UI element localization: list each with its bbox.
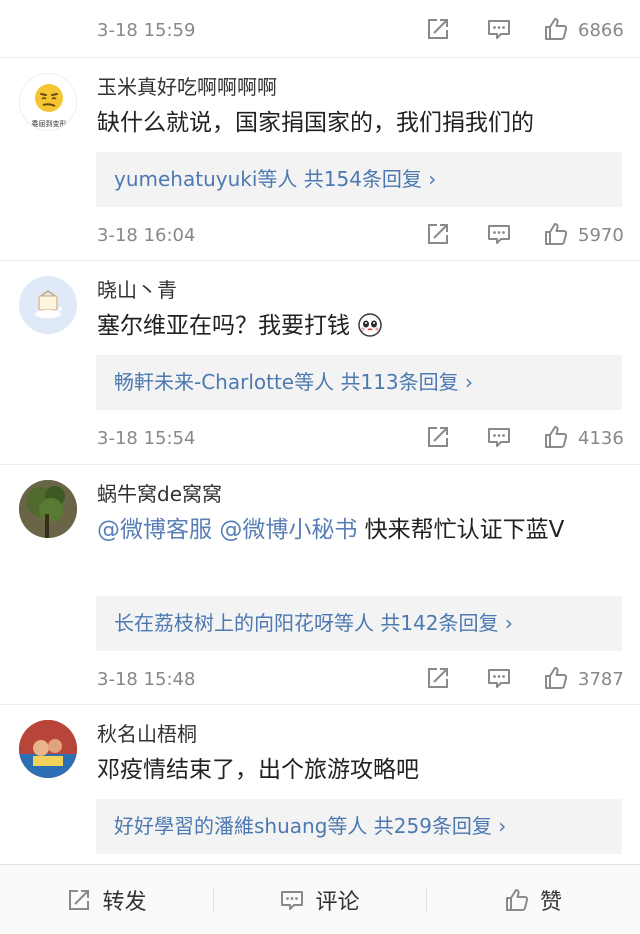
reply-summary-box[interactable]: yumehatuyuki等人 共154条回复 › [96, 152, 622, 207]
thumbs-up-icon[interactable] [543, 221, 569, 247]
avatar[interactable] [19, 720, 77, 778]
share-icon[interactable] [425, 424, 451, 450]
chevron-right-icon: › [504, 611, 513, 635]
previous-comment-meta: 3-18 15:59 6866 [0, 0, 640, 58]
thumbs-up-icon [504, 887, 530, 913]
share-icon [66, 887, 92, 913]
emoji-icon [358, 313, 383, 337]
reply-summary: 畅軒未来-Charlotte等人 共113条回复 › [114, 370, 474, 394]
repost-button[interactable]: 转发 [0, 865, 213, 934]
comment-meta-row: 3-18 15:59 6866 [0, 16, 640, 46]
reply-summary-box[interactable]: 畅軒未来-Charlotte等人 共113条回复 › [96, 355, 622, 410]
reply-summary-box[interactable]: 好好學習的潘維shuang等人 共259条回复 › [96, 799, 622, 854]
comment-time: 3-18 16:04 [97, 225, 196, 246]
comment-icon[interactable] [486, 665, 512, 691]
comment-username[interactable]: 蜗牛窝de窝窝 [97, 480, 222, 508]
thumbs-up-icon[interactable] [543, 665, 569, 691]
like-button[interactable]: 赞 [426, 865, 640, 934]
like-count: 6866 [578, 20, 624, 41]
comment-meta-row: 3-18 15:48 3787 [0, 665, 640, 695]
comment-button[interactable]: 评论 [213, 865, 426, 934]
like-label: 赞 [539, 890, 562, 915]
comment-content: 塞尔维亚在吗？我要打钱 [97, 307, 617, 345]
repost-label: 转发 [102, 890, 147, 915]
comment-username[interactable]: 晓山丶青 [97, 276, 177, 304]
comment-icon[interactable] [486, 16, 512, 42]
share-icon[interactable] [425, 665, 451, 691]
comment-icon [279, 887, 305, 913]
reply-summary-box[interactable]: 长在荔枝树上的向阳花呀等人 共142条回复 › [96, 596, 622, 651]
comment-content: 缺什么就说，国家捐国家的，我们捐我们的 [97, 110, 534, 136]
share-icon[interactable] [425, 16, 451, 42]
comment-item: 委屈到变形 玉米真好吃啊啊啊啊 缺什么就说，国家捐国家的，我们捐我们的 yume… [0, 59, 640, 261]
chevron-right-icon: › [465, 370, 474, 394]
like-count: 4136 [578, 428, 624, 449]
comment-content: @微博客服 @微博小秘书 快来帮忙认证下蓝V [97, 517, 565, 543]
comment-username[interactable]: 玉米真好吃啊啊啊啊 [97, 73, 277, 101]
avatar-caption: 委屈到变形 [32, 119, 67, 128]
comment-item: 晓山丶青 塞尔维亚在吗？我要打钱 畅軒未来-Charlotte等人 共113条回… [0, 262, 640, 465]
chevron-right-icon: › [498, 814, 507, 838]
avatar[interactable] [19, 480, 77, 538]
comment-username[interactable]: 秋名山梧桐 [97, 720, 197, 748]
thumbs-up-icon[interactable] [543, 16, 569, 42]
comment-time: 3-18 15:48 [97, 669, 196, 690]
comment-time: 3-18 15:54 [97, 428, 196, 449]
comment-label: 评论 [315, 890, 360, 915]
chevron-right-icon: › [428, 167, 437, 191]
comment-meta-row: 3-18 16:04 5970 [0, 221, 640, 251]
comment-icon[interactable] [486, 424, 512, 450]
like-count: 5970 [578, 225, 624, 246]
like-count: 3787 [578, 669, 624, 690]
share-icon[interactable] [425, 221, 451, 247]
reply-summary: 长在荔枝树上的向阳花呀等人 共142条回复 › [114, 611, 513, 635]
reply-summary: 好好學習的潘維shuang等人 共259条回复 › [114, 814, 507, 838]
reply-summary: yumehatuyuki等人 共154条回复 › [114, 167, 437, 191]
bottom-action-bar: 转发 评论 赞 [0, 864, 640, 934]
comment-content: 邓疫情结束了，出个旅游攻略吧 [97, 757, 419, 783]
comment-time: 3-18 15:59 [97, 20, 196, 41]
mention-link[interactable]: @微博客服 [97, 517, 212, 543]
comment-item: 秋名山梧桐 邓疫情结束了，出个旅游攻略吧 好好學習的潘維shuang等人 共25… [0, 706, 640, 864]
avatar[interactable]: 委屈到变形 [19, 73, 77, 131]
comment-icon[interactable] [486, 221, 512, 247]
mention-link[interactable]: @微博小秘书 [219, 517, 357, 543]
comment-item: 蜗牛窝de窝窝 @微博客服 @微博小秘书 快来帮忙认证下蓝V 长在荔枝树上的向阳… [0, 466, 640, 705]
comment-meta-row: 3-18 15:54 4136 [0, 424, 640, 454]
avatar[interactable] [19, 276, 77, 334]
thumbs-up-icon[interactable] [543, 424, 569, 450]
